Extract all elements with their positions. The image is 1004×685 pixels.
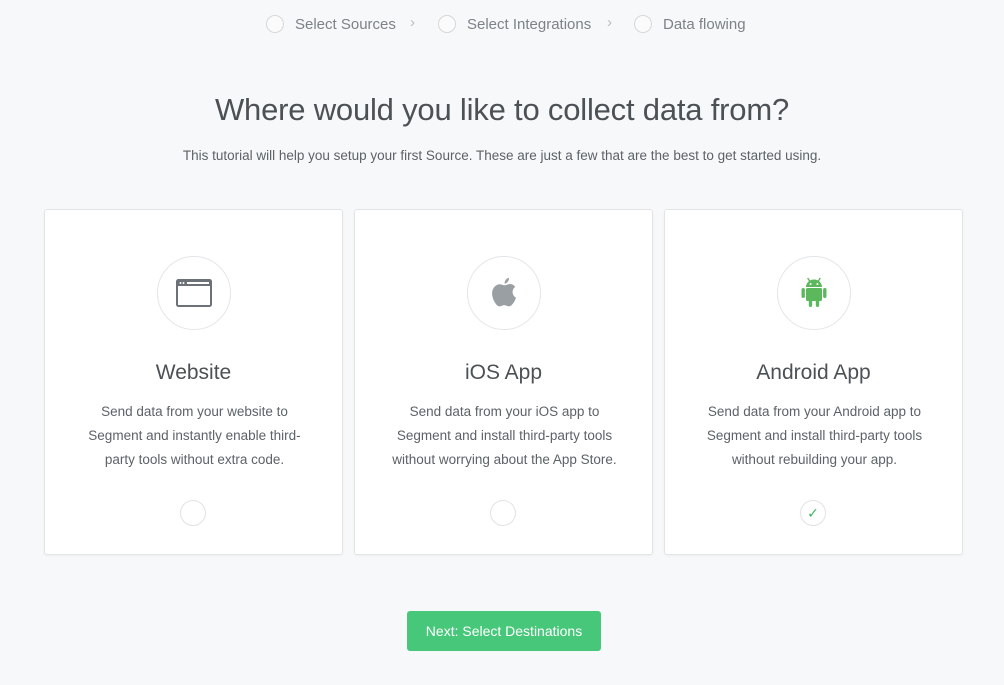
select-radio-website[interactable]: [180, 500, 206, 526]
step-circle-icon: [438, 15, 456, 33]
chevron-right-icon: ›: [607, 14, 612, 31]
page-title: Where would you like to collect data fro…: [215, 92, 789, 127]
page-subtitle: This tutorial will help you setup your f…: [182, 148, 822, 163]
select-radio-ios[interactable]: [490, 500, 516, 526]
step-label: Select Sources: [295, 15, 396, 33]
step-select-sources[interactable]: Select Sources: [266, 12, 396, 36]
source-card-ios[interactable]: iOS App Send data from your iOS app to S…: [354, 209, 653, 555]
browser-window-icon: [176, 279, 212, 307]
card-description: Send data from your Android app to Segme…: [706, 404, 923, 467]
step-select-integrations[interactable]: Select Integrations: [438, 12, 591, 36]
card-icon-circle: [467, 256, 541, 330]
source-card-website[interactable]: Website Send data from your website to S…: [44, 209, 343, 555]
android-icon: [801, 277, 827, 307]
card-icon-circle: [777, 256, 851, 330]
next-select-destinations-button[interactable]: Next: Select Destinations: [407, 611, 601, 651]
card-title: iOS App: [464, 361, 543, 384]
step-label: Data flowing: [663, 15, 746, 33]
card-title: Website: [155, 361, 232, 384]
checkmark-icon: ✓: [807, 505, 819, 521]
card-description: Send data from your iOS app to Segment a…: [392, 404, 617, 467]
step-label: Select Integrations: [467, 15, 592, 33]
apple-icon: [492, 277, 516, 307]
select-radio-android[interactable]: ✓: [800, 500, 826, 526]
progress-stepper: Select Sources › Select Integrations › D…: [0, 12, 1004, 36]
card-description: Send data from your website to Segment a…: [88, 404, 301, 467]
card-title: Android App: [756, 361, 871, 384]
chevron-right-icon: ›: [410, 14, 415, 31]
step-data-flowing[interactable]: Data flowing: [634, 12, 746, 36]
step-circle-icon: [634, 15, 652, 33]
card-icon-circle: [157, 256, 231, 330]
step-circle-icon: [266, 15, 284, 33]
source-card-android[interactable]: Android App Send data from your Android …: [664, 209, 963, 555]
